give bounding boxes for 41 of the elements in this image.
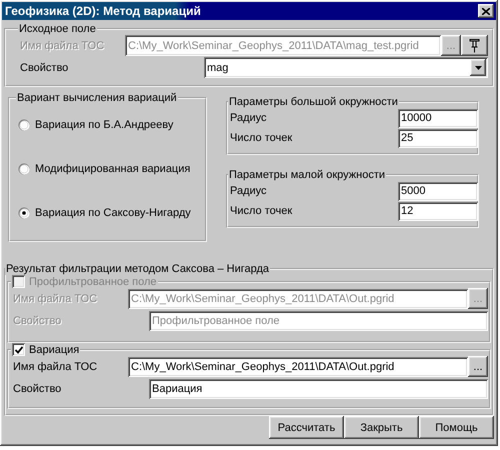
window-title: Геофизика (2D): Метод вариаций xyxy=(5,4,201,18)
radio-button[interactable] xyxy=(18,163,30,175)
number-field[interactable]: 12 xyxy=(398,202,478,220)
pin-button[interactable] xyxy=(461,35,488,56)
number-field[interactable]: 10000 xyxy=(398,108,478,128)
caret-icon xyxy=(474,66,482,70)
group-title: Параметры большой окружности xyxy=(229,96,398,108)
pin-icon xyxy=(469,38,480,53)
group-title: Вариант вычисления вариаций xyxy=(17,92,177,104)
group-title: Исходное поле xyxy=(19,23,96,35)
dialog-button[interactable]: Помощь xyxy=(419,416,494,439)
radio-button[interactable] xyxy=(18,207,30,219)
field-label: Число точек xyxy=(230,205,294,217)
field-label: Имя файла ТОС xyxy=(13,360,98,372)
close-button[interactable] xyxy=(478,4,494,18)
number-field[interactable]: 25 xyxy=(398,128,478,148)
checkbox-label[interactable]: Вариация xyxy=(29,344,80,356)
number-field[interactable]: 5000 xyxy=(398,182,478,200)
group-title: Результат фильтрации методом Саксова – Нигарда xyxy=(6,263,270,275)
radio-label[interactable]: Вариация по Саксову-Нигарду xyxy=(35,207,191,219)
radio-label[interactable]: Модифицированная вариация xyxy=(35,163,190,175)
field-label: Свойство xyxy=(20,62,70,74)
radio-button[interactable] xyxy=(18,119,30,131)
radio-label[interactable]: Вариация по Б.А.Андрееву xyxy=(35,119,174,131)
dropdown-button[interactable] xyxy=(470,59,486,76)
group-title: Параметры малой окружности xyxy=(229,169,386,181)
field-label: Радиус xyxy=(230,112,268,124)
close-icon xyxy=(482,8,490,14)
field-label: Радиус xyxy=(230,185,268,197)
field-label: Имя файла ТОС xyxy=(13,292,98,304)
field-label: Свойство xyxy=(13,314,62,326)
dialog-button[interactable]: Закрыть xyxy=(344,416,419,439)
browse-button[interactable]: ... xyxy=(468,356,488,377)
file-path-field[interactable]: C:\My_Work\Seminar_Geophys_2011\DATA\Out.pgrid xyxy=(128,356,468,376)
property-field[interactable]: Вариация xyxy=(149,378,488,398)
field-label: Число точек xyxy=(230,132,294,144)
field-label: Свойство xyxy=(13,382,62,394)
dialog-button[interactable]: Рассчитать xyxy=(269,416,344,439)
checkbox[interactable] xyxy=(12,343,25,356)
field-label: Имя файла ТОС xyxy=(20,40,106,52)
property-dropdown[interactable]: mag xyxy=(204,57,488,78)
